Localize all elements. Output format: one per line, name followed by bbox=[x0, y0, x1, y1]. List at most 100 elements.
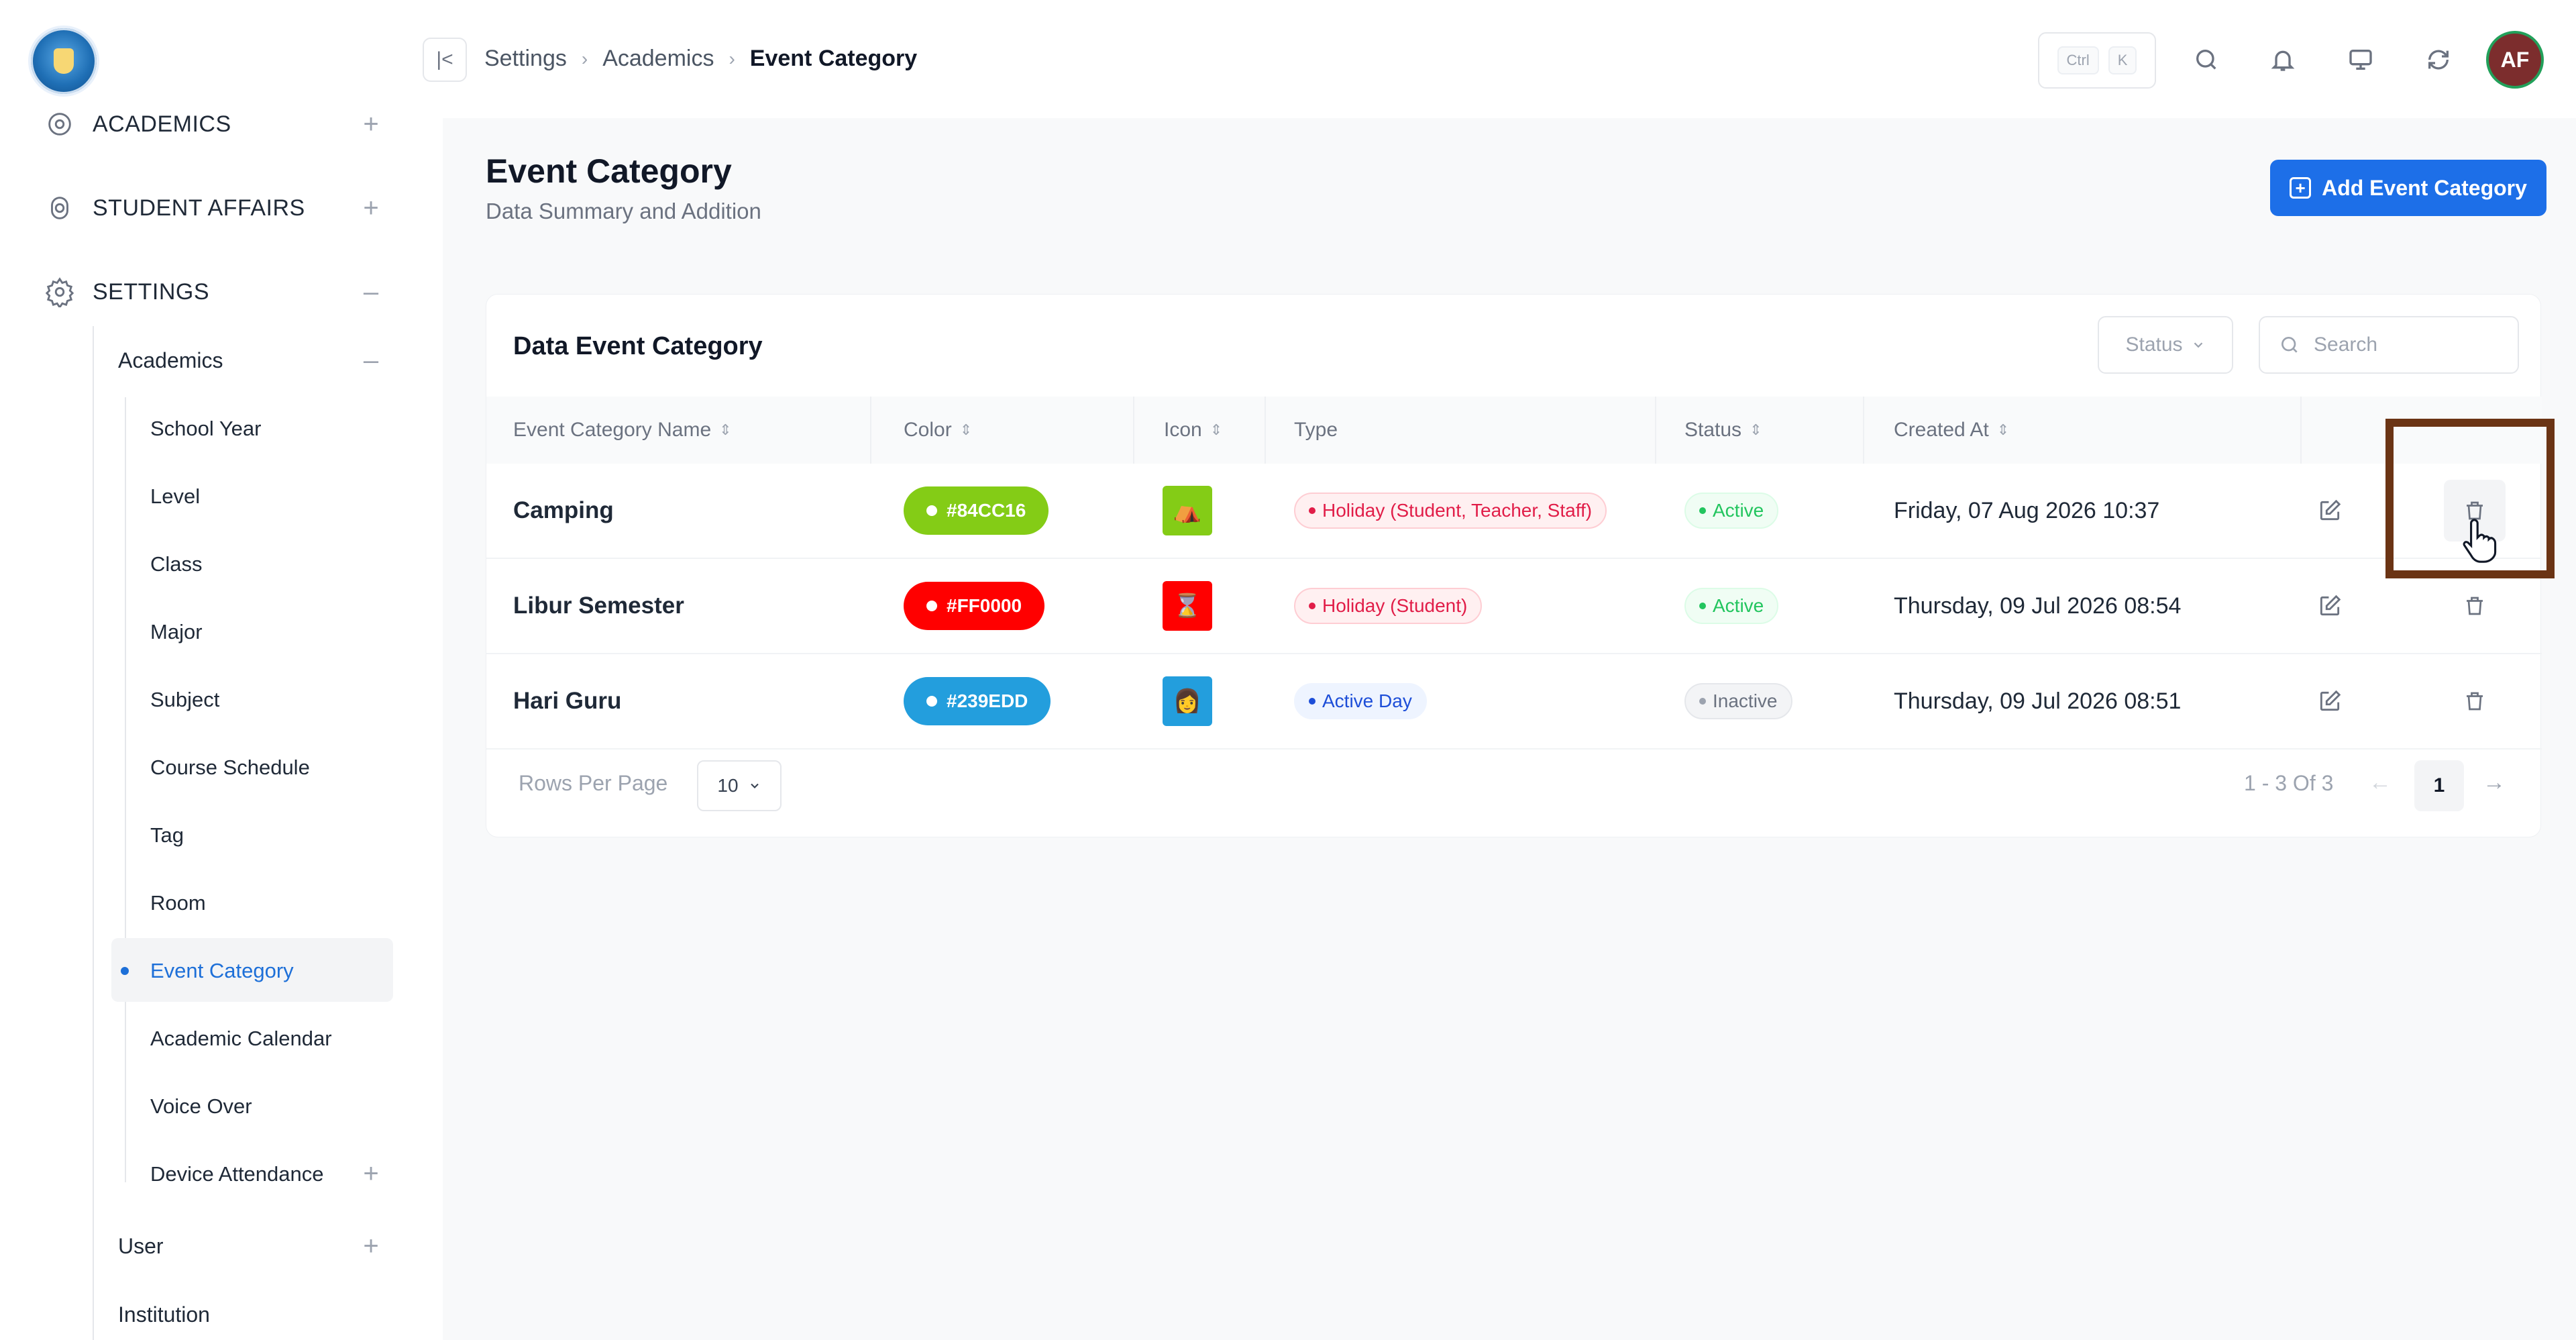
sidebar-item-major[interactable]: Major bbox=[0, 598, 443, 666]
column-header-color[interactable]: Color ⇕ bbox=[904, 397, 972, 464]
sidebar-item-label: Academics bbox=[118, 348, 223, 372]
next-page-arrow-icon[interactable]: → bbox=[2483, 770, 2506, 796]
sidebar-item-label: Academic Calendar bbox=[150, 1026, 332, 1050]
column-header-status[interactable]: Status ⇕ bbox=[1684, 397, 1762, 464]
status-badge: Inactive bbox=[1684, 683, 1792, 719]
column-header-created-at[interactable]: Created At ⇕ bbox=[1894, 397, 2009, 464]
chevron-down-icon bbox=[750, 783, 759, 788]
sort-icon: ⇕ bbox=[1210, 421, 1223, 438]
type-dot bbox=[1309, 698, 1316, 705]
color-dot bbox=[926, 696, 937, 707]
sidebar-item-course-schedule[interactable]: Course Schedule bbox=[0, 733, 443, 801]
trash-icon[interactable] bbox=[2456, 587, 2493, 625]
sidebar-item-academics-group[interactable]: Academics – bbox=[0, 326, 443, 395]
sidebar-item-institution[interactable]: Institution bbox=[0, 1280, 443, 1340]
avatar[interactable]: AF bbox=[2486, 31, 2544, 89]
table-row: Camping #84CC16 ⛺ Holiday (Student, Teac… bbox=[486, 464, 2542, 559]
trash-icon[interactable] bbox=[2456, 682, 2493, 720]
color-hex: #84CC16 bbox=[947, 500, 1026, 521]
student-affairs-icon bbox=[51, 197, 68, 219]
sort-icon: ⇕ bbox=[1750, 421, 1762, 438]
collapse-sidebar-button[interactable]: |< bbox=[423, 38, 467, 82]
breadcrumb-current: Event Category bbox=[749, 46, 918, 71]
sidebar-item-level[interactable]: Level bbox=[0, 462, 443, 530]
refresh-icon[interactable] bbox=[2420, 42, 2457, 78]
pagination: Rows Per Page 10 1 - 3 Of 3 ← 1 → bbox=[486, 758, 2542, 818]
command-palette-shortcut[interactable]: Ctrl K bbox=[2038, 32, 2156, 89]
expand-icon[interactable]: + bbox=[361, 193, 381, 223]
sidebar-item-settings[interactable]: SETTINGS – bbox=[0, 250, 443, 334]
plus-square-icon: + bbox=[2290, 177, 2312, 199]
rows-per-page-select[interactable]: 10 bbox=[697, 760, 782, 811]
color-dot bbox=[926, 505, 937, 516]
teacher-icon: 👩 bbox=[1163, 676, 1212, 726]
column-label: Color bbox=[904, 419, 952, 441]
expand-icon[interactable]: + bbox=[361, 109, 381, 140]
sidebar-item-label: Level bbox=[150, 484, 201, 508]
sidebar-item-label: Major bbox=[150, 619, 203, 643]
page-number-button[interactable]: 1 bbox=[2414, 760, 2464, 811]
search-input[interactable]: Search bbox=[2259, 316, 2519, 374]
edit-icon[interactable] bbox=[2311, 682, 2349, 720]
add-event-category-button[interactable]: + Add Event Category bbox=[2270, 160, 2546, 216]
sidebar-item-tag[interactable]: Tag bbox=[0, 801, 443, 869]
sidebar: ACADEMICS + STUDENT AFFAIRS + SETTINGS –… bbox=[0, 0, 443, 1340]
event-category-name: Libur Semester bbox=[513, 592, 684, 619]
color-hex: #FF0000 bbox=[947, 595, 1022, 616]
sidebar-item-academics[interactable]: ACADEMICS + bbox=[0, 82, 443, 166]
column-label: Icon bbox=[1164, 419, 1202, 441]
search-placeholder: Search bbox=[2314, 333, 2378, 356]
sidebar-item-label: SETTINGS bbox=[93, 278, 210, 305]
tent-icon: ⛺ bbox=[1163, 486, 1212, 535]
color-pill: #239EDD bbox=[904, 677, 1051, 725]
search-icon[interactable] bbox=[2188, 42, 2224, 78]
created-at: Thursday, 09 Jul 2026 08:54 bbox=[1894, 592, 2182, 619]
edit-icon[interactable] bbox=[2311, 492, 2349, 529]
sidebar-item-device-attendance[interactable]: Device Attendance + bbox=[0, 1140, 443, 1208]
breadcrumb-item[interactable]: Settings bbox=[484, 46, 567, 72]
expand-icon[interactable]: + bbox=[361, 1159, 381, 1189]
column-label: Type bbox=[1294, 419, 1338, 441]
sidebar-item-school-year[interactable]: School Year bbox=[0, 395, 443, 462]
color-hex: #239EDD bbox=[947, 690, 1028, 711]
sidebar-item-event-category[interactable]: Event Category bbox=[0, 937, 443, 1004]
column-divider bbox=[1655, 397, 1656, 464]
sidebar-item-label: School Year bbox=[150, 416, 262, 440]
created-at: Thursday, 09 Jul 2026 08:51 bbox=[1894, 688, 2182, 714]
type-label: Holiday (Student, Teacher, Staff) bbox=[1322, 500, 1593, 521]
sidebar-item-label: Institution bbox=[118, 1302, 210, 1327]
column-label: Event Category Name bbox=[513, 419, 712, 441]
collapse-icon[interactable]: – bbox=[361, 277, 381, 307]
edit-icon[interactable] bbox=[2311, 587, 2349, 625]
type-dot bbox=[1309, 603, 1316, 609]
prev-page-arrow-icon[interactable]: ← bbox=[2369, 770, 2392, 796]
sidebar-item-voice-over[interactable]: Voice Over bbox=[0, 1072, 443, 1140]
bell-icon[interactable] bbox=[2265, 42, 2301, 78]
sidebar-item-room[interactable]: Room bbox=[0, 869, 443, 937]
column-header-type: Type bbox=[1294, 397, 1338, 464]
sort-icon: ⇕ bbox=[959, 421, 973, 438]
chevron-right-icon: › bbox=[581, 48, 588, 69]
sidebar-item-label: Voice Over bbox=[150, 1094, 252, 1118]
expand-icon[interactable]: + bbox=[361, 1231, 381, 1261]
breadcrumb-item[interactable]: Academics bbox=[602, 46, 714, 72]
status-filter-dropdown[interactable]: Status bbox=[2098, 316, 2233, 374]
sidebar-item-academic-calendar[interactable]: Academic Calendar bbox=[0, 1004, 443, 1072]
column-header-name[interactable]: Event Category Name ⇕ bbox=[513, 397, 732, 464]
active-dot bbox=[121, 966, 129, 975]
sidebar-item-user[interactable]: User + bbox=[0, 1212, 443, 1280]
event-category-name: Hari Guru bbox=[513, 688, 622, 714]
kbd-key: K bbox=[2108, 46, 2137, 74]
collapse-icon[interactable]: – bbox=[361, 346, 381, 376]
monitor-icon[interactable] bbox=[2343, 42, 2379, 78]
type-badge: Holiday (Student) bbox=[1294, 588, 1483, 624]
event-category-name: Camping bbox=[513, 497, 614, 523]
sidebar-item-label: Course Schedule bbox=[150, 755, 310, 779]
sidebar-item-subject[interactable]: Subject bbox=[0, 666, 443, 733]
column-divider bbox=[1863, 397, 1864, 464]
column-header-icon[interactable]: Icon ⇕ bbox=[1164, 397, 1222, 464]
sidebar-item-label: Room bbox=[150, 890, 206, 915]
sidebar-item-student-affairs[interactable]: STUDENT AFFAIRS + bbox=[0, 166, 443, 250]
chevron-down-icon bbox=[2194, 342, 2202, 348]
sidebar-item-class[interactable]: Class bbox=[0, 530, 443, 598]
